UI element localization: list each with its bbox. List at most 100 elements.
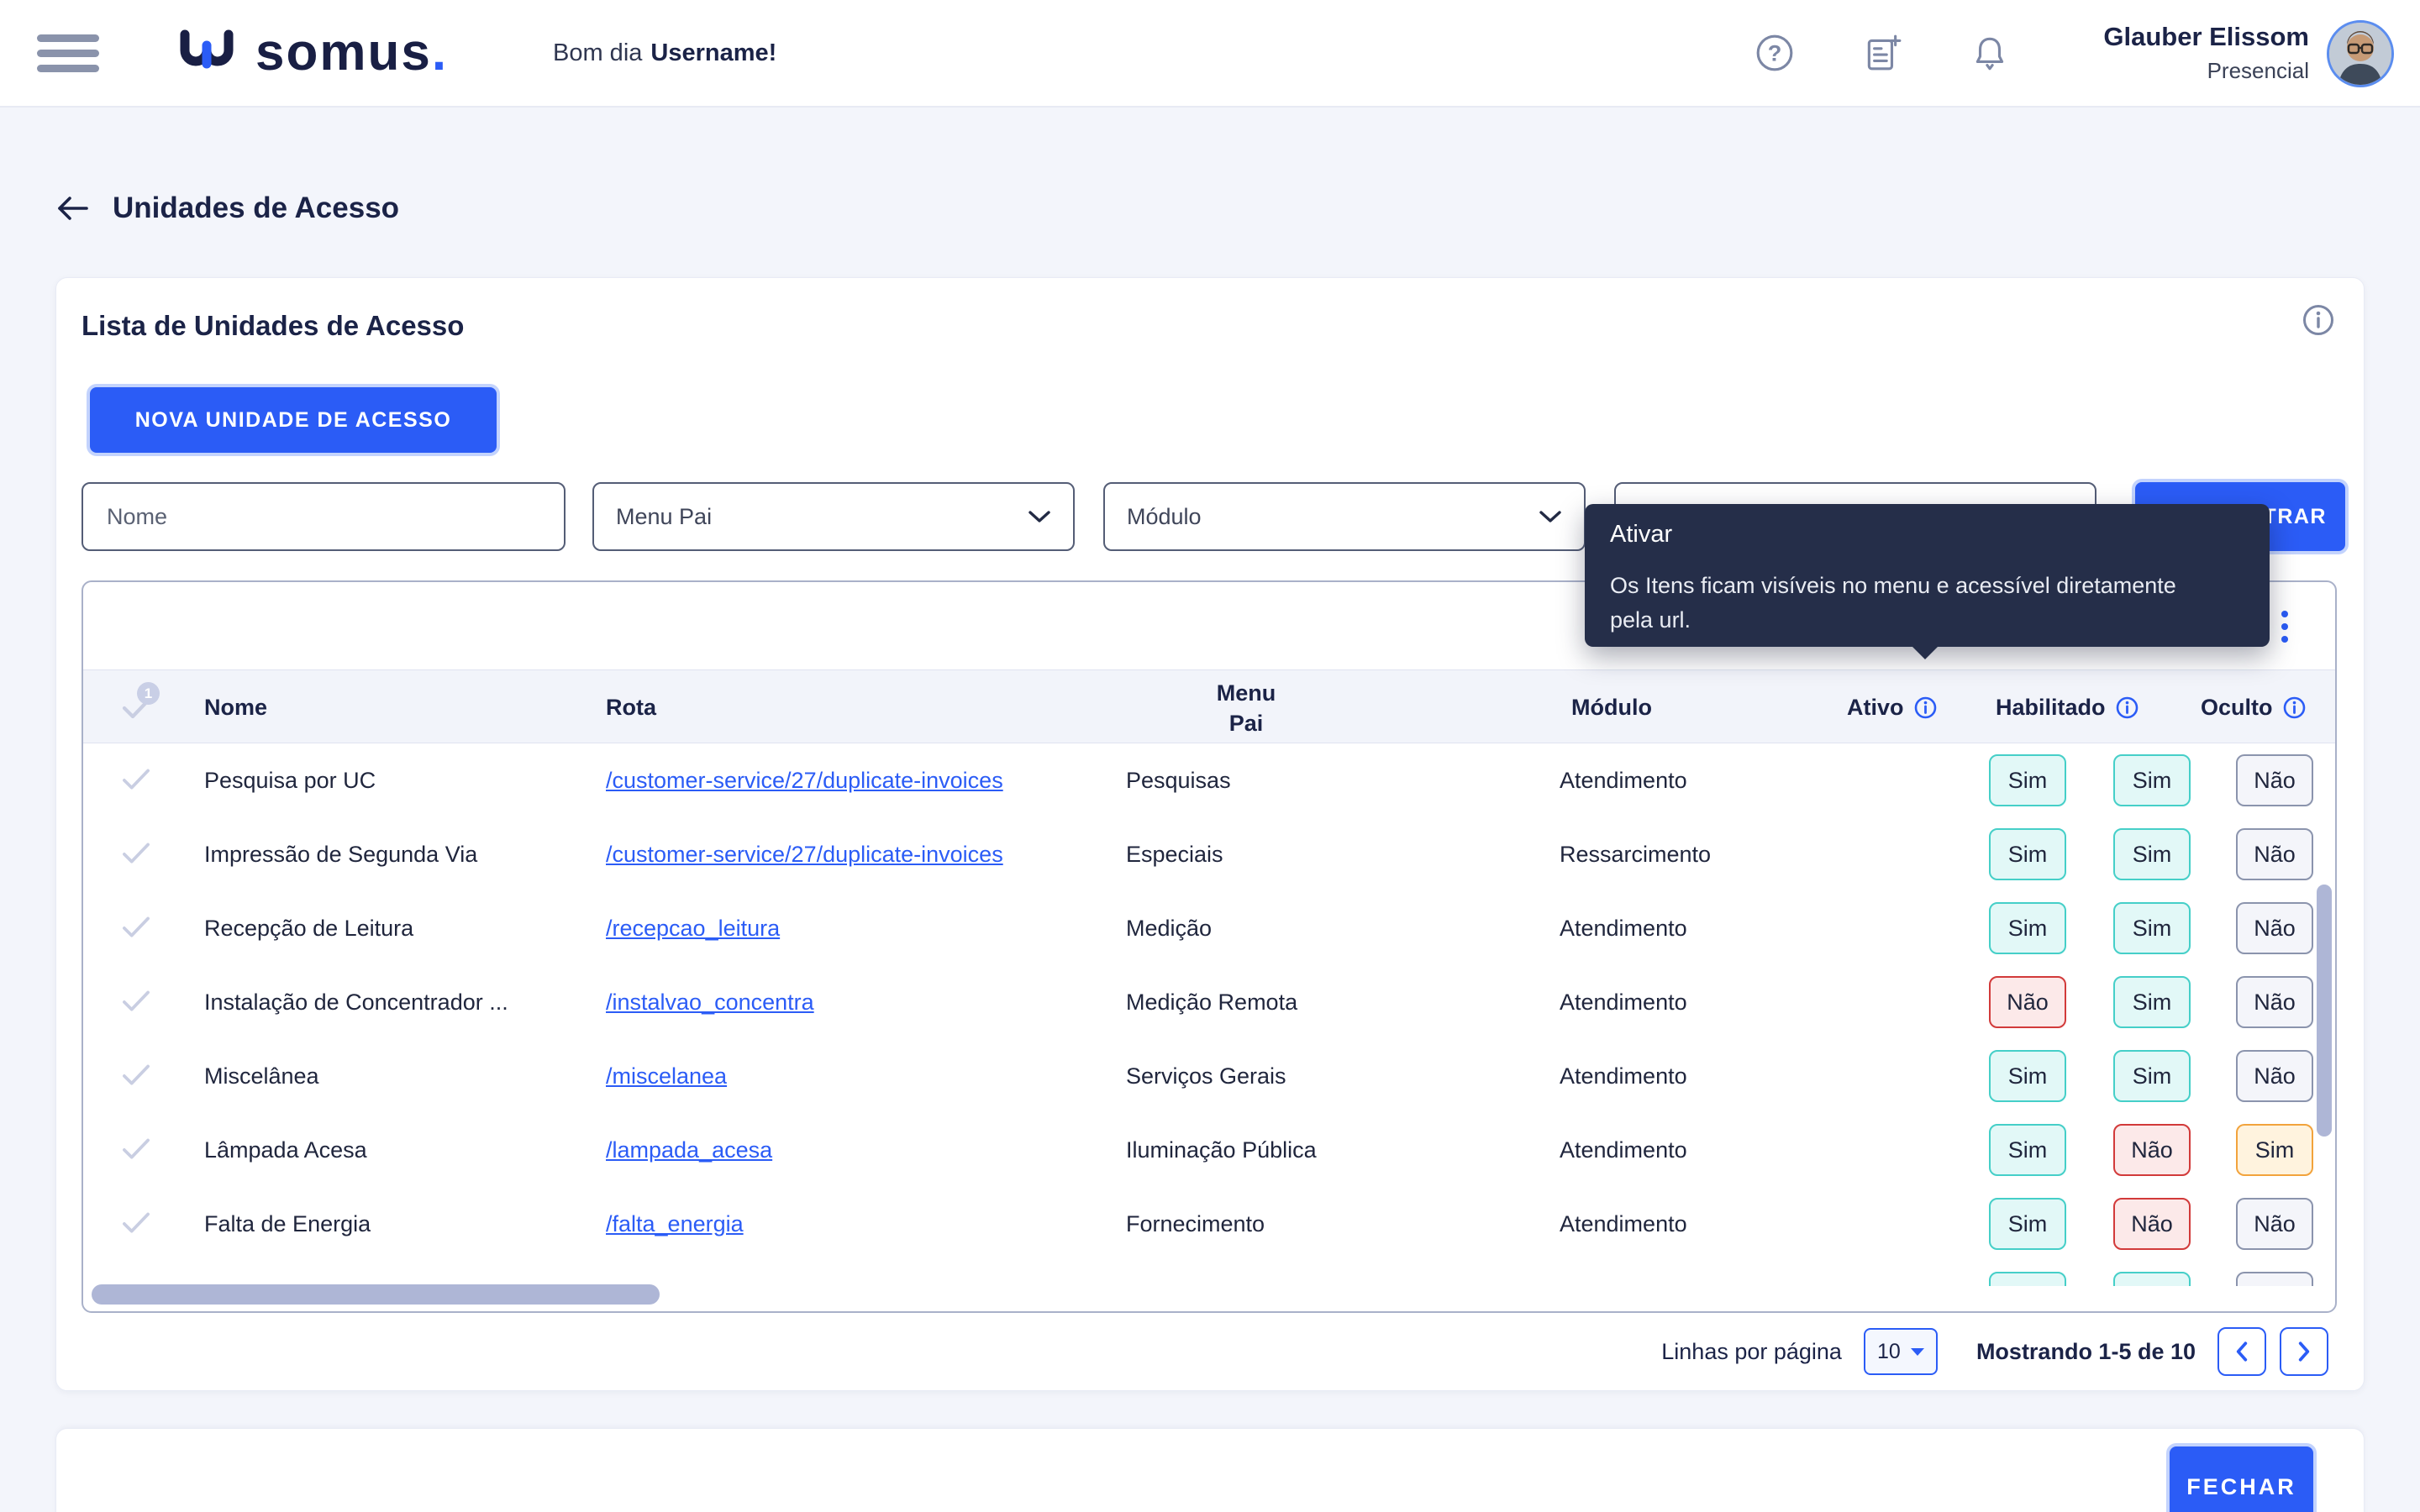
habilitado-badge: Sim (2113, 828, 2191, 880)
row-check-icon[interactable] (120, 767, 152, 796)
note-add-icon[interactable] (1862, 33, 1902, 73)
list-card: Lista de Unidades de Acesso NOVA UNIDADE… (55, 277, 2365, 1391)
table-row: Falta de Energia /falta_energia Fornecim… (83, 1187, 2335, 1262)
chevron-down-icon (1028, 509, 1051, 524)
rows-per-page-label: Linhas por página (1661, 1339, 1842, 1365)
previous-page-button[interactable] (2217, 1327, 2266, 1376)
cell-rota-link[interactable]: /falta_energia (606, 1211, 744, 1237)
habilitado-badge: Sim (2113, 754, 2191, 806)
habilitado-info-icon[interactable] (2116, 696, 2139, 719)
next-page-button[interactable] (2280, 1327, 2328, 1376)
kebab-menu-icon[interactable] (2265, 605, 2305, 648)
cell-rota-link[interactable]: /miscelanea (606, 1063, 727, 1089)
nome-input[interactable] (105, 483, 542, 550)
row-check-icon[interactable] (120, 841, 152, 870)
greeting-prefix: Bom dia (553, 39, 642, 67)
cell-rota-link[interactable]: /customer-service/27/duplicate-invoices (606, 768, 1003, 794)
bell-icon[interactable] (1970, 33, 2010, 73)
user-name: Glauber Elissom (2103, 22, 2309, 52)
new-access-unit-button[interactable]: NOVA UNIDADE DE ACESSO (90, 387, 497, 453)
row-check-icon[interactable] (120, 1210, 152, 1240)
table-row: Instalação de Concentrador ... /instalva… (83, 965, 2335, 1040)
cell-menu-pai: Medição Remota (1126, 965, 1297, 1039)
table-row-partial (83, 1261, 2335, 1286)
habilitado-badge: Sim (2113, 976, 2191, 1028)
rows-per-page-select[interactable]: 10 (1864, 1328, 1938, 1375)
column-header-menu-pai: Menu Pai (1204, 670, 1288, 744)
bottom-bar: FECHAR (55, 1428, 2365, 1512)
ativo-badge (1989, 1272, 2066, 1286)
oculto-badge: Não (2236, 976, 2313, 1028)
cell-menu-pai: Medição (1126, 891, 1212, 965)
oculto-badge: Não (2236, 1198, 2313, 1250)
ativo-info-icon[interactable] (1914, 696, 1937, 719)
vertical-scrollbar[interactable] (2317, 885, 2332, 1137)
table-row: Pesquisa por UC /customer-service/27/dup… (83, 743, 2335, 818)
screen: somus. Bom dia Username! ? (0, 0, 2420, 1512)
help-icon[interactable]: ? (1754, 33, 1795, 73)
ativo-badge: Não (1989, 976, 2066, 1028)
chevron-left-icon (2233, 1341, 2251, 1362)
somus-logo-mark (178, 29, 242, 77)
column-header-ativo: Ativo (1847, 670, 1937, 744)
cell-rota-link[interactable]: /recepcao_leitura (606, 916, 780, 942)
habilitado-badge: Sim (2113, 1050, 2191, 1102)
ativo-badge: Sim (1989, 902, 2066, 954)
row-check-icon[interactable] (120, 1063, 152, 1092)
avatar[interactable] (2327, 20, 2394, 87)
ativo-badge: Sim (1989, 754, 2066, 806)
breadcrumb: Unidades de Acesso (55, 183, 399, 234)
somus-logo-text: somus. (255, 27, 448, 79)
ativo-badge: Sim (1989, 1050, 2066, 1102)
habilitado-badge (2113, 1272, 2191, 1286)
card-title: Lista de Unidades de Acesso (82, 310, 464, 342)
habilitado-badge: Não (2113, 1124, 2191, 1176)
cell-modulo: Atendimento (1560, 1113, 1687, 1187)
cell-rota-link[interactable]: /instalvao_concentra (606, 990, 814, 1016)
pagination: Linhas por página 10 Mostrando 1-5 de 10 (1661, 1325, 2328, 1378)
caret-down-icon (1911, 1348, 1924, 1356)
cell-nome: Miscelânea (204, 1039, 319, 1113)
ativo-badge: Sim (1989, 1124, 2066, 1176)
greeting-username: Username! (650, 39, 776, 67)
cell-nome: Impressão de Segunda Via (204, 817, 477, 891)
column-header-rota: Rota (606, 670, 656, 744)
oculto-badge (2236, 1272, 2313, 1286)
horizontal-scrollbar[interactable] (92, 1284, 660, 1305)
select-all-checkmark-icon[interactable]: 1 (120, 670, 155, 744)
cell-modulo: Atendimento (1560, 1039, 1687, 1113)
table-row: Recepção de Leitura /recepcao_leitura Me… (83, 891, 2335, 966)
tooltip-body: Os Itens ficam visíveis no menu e acessí… (1610, 569, 2244, 638)
cell-nome: Falta de Energia (204, 1187, 371, 1261)
access-units-table: 1 Nome Rota Menu Pai Módulo Ativo (82, 580, 2337, 1313)
greeting: Bom dia Username! (553, 0, 776, 106)
fechar-button[interactable]: FECHAR (2170, 1446, 2313, 1512)
habilitado-badge: Sim (2113, 902, 2191, 954)
oculto-badge: Não (2236, 828, 2313, 880)
ativo-badge: Sim (1989, 1198, 2066, 1250)
column-header-habilitado: Habilitado (1996, 670, 2139, 744)
hamburger-menu-icon[interactable] (37, 34, 99, 72)
cell-menu-pai: Especiais (1126, 817, 1223, 891)
top-bar: somus. Bom dia Username! ? (0, 0, 2420, 108)
cell-modulo: Atendimento (1560, 965, 1687, 1039)
cell-modulo: Atendimento (1560, 1187, 1687, 1261)
cell-rota-link[interactable]: /lampada_acesa (606, 1137, 772, 1163)
row-check-icon[interactable] (120, 915, 152, 944)
table-row: Miscelânea /miscelanea Serviços Gerais A… (83, 1039, 2335, 1114)
modulo-select[interactable]: Módulo (1103, 482, 1586, 551)
row-check-icon[interactable] (120, 1137, 152, 1166)
svg-text:?: ? (1768, 39, 1782, 66)
cell-nome: Recepção de Leitura (204, 891, 413, 965)
user-box: Glauber Elissom Presencial (2103, 0, 2309, 106)
row-check-icon[interactable] (120, 989, 152, 1018)
oculto-info-icon[interactable] (2283, 696, 2306, 719)
modulo-select-value: Módulo (1127, 504, 1202, 530)
cell-rota-link[interactable]: /customer-service/27/duplicate-invoices (606, 842, 1003, 868)
tooltip-title: Ativar (1610, 521, 2244, 549)
chevron-right-icon (2295, 1341, 2313, 1362)
menu-pai-select[interactable]: Menu Pai (592, 482, 1075, 551)
page-title: Unidades de Acesso (113, 192, 399, 225)
back-arrow-icon[interactable] (55, 194, 89, 223)
card-info-icon[interactable] (2302, 303, 2335, 341)
